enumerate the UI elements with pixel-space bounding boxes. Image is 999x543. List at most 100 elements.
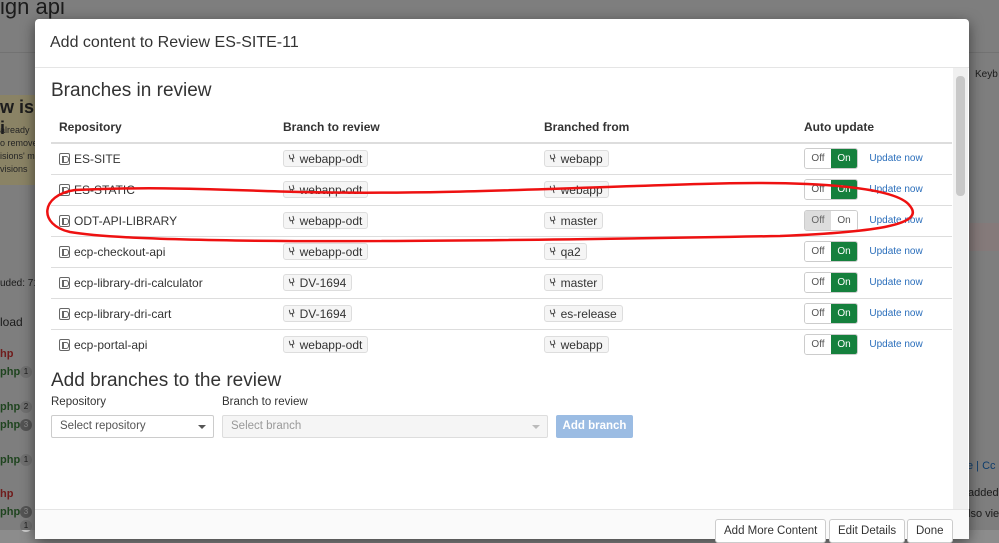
branch-icon: ⑂ (548, 244, 559, 259)
auto-update-toggle[interactable]: Off On (804, 303, 858, 324)
repository-cell: ecp-checkout-api (51, 235, 275, 267)
modal-scroll-area[interactable]: Branches in review Repository Branch to … (35, 68, 969, 509)
table-row: ecp-checkout-api ⑂ webapp-odt ⑂ qa2 Off … (51, 235, 952, 267)
repository-cell: ES-SITE (51, 142, 275, 174)
repository-cell: ecp-library-dri-cart (51, 297, 275, 329)
branch-icon: ⑂ (287, 213, 298, 228)
toggle-off-option[interactable]: Off (805, 180, 831, 199)
select-branch-dropdown[interactable]: Select branch (222, 415, 548, 438)
repository-icon (59, 307, 70, 320)
table-row: ecp-portal-api ⑂ webapp-odt ⑂ webapp Off… (51, 328, 952, 360)
toggle-on-option[interactable]: On (831, 273, 857, 292)
modal-scrollbar[interactable] (953, 68, 968, 509)
toggle-off-option[interactable]: Off (805, 304, 831, 323)
repository-cell: ecp-library-dri-calculator (51, 266, 275, 298)
auto-update-cell: Off On Update now (796, 328, 952, 360)
branch-tag: ⑂ webapp-odt (283, 336, 369, 354)
toggle-off-option[interactable]: Off (805, 149, 831, 169)
column-header-branch: Branch to review (275, 112, 536, 144)
branched-from-tag: ⑂ webapp (544, 150, 609, 168)
repository-name: ODT-API-LIBRARY (74, 213, 178, 228)
select-branch-value: Select branch (231, 420, 302, 432)
toggle-on-option[interactable]: On (831, 211, 857, 230)
branched-from-cell: ⑂ qa2 (536, 235, 796, 267)
update-now-link[interactable]: Update now (869, 277, 922, 288)
branch-icon: ⑂ (287, 275, 298, 290)
branch-name: webapp-odt (299, 337, 363, 352)
branch-cell: ⑂ webapp-odt (275, 142, 536, 174)
branched-from-name: es-release (560, 306, 617, 321)
auto-update-cell: Off On Update now (796, 142, 952, 174)
repository-icon (59, 214, 70, 227)
auto-update-toggle[interactable]: Off On (804, 148, 858, 170)
branch-tag: ⑂ webapp-odt (283, 150, 369, 168)
table-row: ecp-library-dri-calculator ⑂ DV-1694 ⑂ m… (51, 266, 952, 298)
update-now-link[interactable]: Update now (869, 246, 922, 257)
auto-update-toggle[interactable]: Off On (804, 241, 858, 262)
toggle-on-option[interactable]: On (831, 180, 857, 199)
edit-details-button[interactable]: Edit Details (829, 519, 906, 543)
branched-from-cell: ⑂ master (536, 204, 796, 236)
update-now-link[interactable]: Update now (869, 339, 922, 350)
scrollbar-thumb[interactable] (956, 76, 965, 196)
modal-title: Add content to Review ES-SITE-11 (50, 34, 299, 51)
add-branch-button[interactable]: Add branch (556, 415, 633, 438)
repository-cell: ecp-portal-api (51, 328, 275, 360)
repository-label: Repository (51, 396, 106, 408)
auto-update-cell: Off On Update now (796, 173, 952, 205)
branched-from-tag: ⑂ master (544, 212, 604, 229)
branch-icon: ⑂ (548, 182, 559, 197)
add-more-content-button[interactable]: Add More Content (715, 519, 827, 543)
branch-name: DV-1694 (299, 275, 347, 290)
toggle-off-option[interactable]: Off (805, 242, 831, 261)
repository-cell: ES-STATIC (51, 173, 275, 205)
modal-body: Branches in review Repository Branch to … (35, 68, 969, 509)
branched-from-name: webapp (560, 182, 603, 197)
update-now-link[interactable]: Update now (869, 153, 922, 164)
branch-cell: ⑂ webapp-odt (275, 328, 536, 360)
toggle-on-option[interactable]: On (831, 304, 857, 323)
update-now-link[interactable]: Update now (869, 308, 922, 319)
auto-update-toggle[interactable]: Off On (804, 179, 858, 200)
toggle-on-option[interactable]: On (831, 335, 857, 355)
branch-tag: ⑂ DV-1694 (283, 274, 353, 291)
toggle-off-option[interactable]: Off (805, 273, 831, 292)
branch-to-review-label: Branch to review (222, 396, 308, 408)
auto-update-cell: Off On Update now (796, 235, 952, 267)
branch-tag: ⑂ webapp-odt (283, 181, 369, 198)
branch-icon: ⑂ (548, 213, 559, 228)
toggle-on-option[interactable]: On (831, 242, 857, 261)
branched-from-name: webapp (560, 151, 603, 166)
auto-update-toggle[interactable]: Off On (804, 210, 858, 231)
branch-cell: ⑂ webapp-odt (275, 173, 536, 205)
repository-icon (59, 276, 70, 289)
select-repository-dropdown[interactable]: Select repository (51, 415, 214, 438)
branch-tag: ⑂ webapp-odt (283, 212, 369, 229)
branch-icon: ⑂ (287, 306, 298, 321)
branches-table: Repository Branch to review Branched fro… (51, 112, 952, 360)
auto-update-toggle[interactable]: Off On (804, 334, 858, 356)
table-row: ODT-API-LIBRARY ⑂ webapp-odt ⑂ master Of… (51, 204, 952, 236)
branched-from-cell: ⑂ master (536, 266, 796, 298)
table-header-row: Repository Branch to review Branched fro… (51, 112, 952, 144)
repository-name: ecp-checkout-api (74, 244, 166, 259)
done-button[interactable]: Done (907, 519, 953, 543)
repository-name: ecp-library-dri-calculator (74, 275, 203, 290)
repository-icon (59, 338, 70, 351)
branched-from-name: webapp (560, 337, 603, 352)
update-now-link[interactable]: Update now (869, 215, 922, 226)
repository-icon (59, 183, 70, 196)
chevron-down-icon (198, 425, 206, 429)
column-header-auto-update: Auto update (796, 112, 952, 144)
branched-from-tag: ⑂ master (544, 274, 604, 291)
branch-cell: ⑂ DV-1694 (275, 297, 536, 329)
branch-icon: ⑂ (548, 152, 559, 166)
branch-icon: ⑂ (287, 182, 298, 197)
toggle-on-option[interactable]: On (831, 149, 857, 169)
toggle-off-option[interactable]: Off (805, 335, 831, 355)
auto-update-toggle[interactable]: Off On (804, 272, 858, 293)
update-now-link[interactable]: Update now (869, 184, 922, 195)
add-content-modal: Add content to Review ES-SITE-11 Branche… (35, 19, 969, 543)
toggle-off-option[interactable]: Off (805, 211, 831, 230)
add-branches-heading: Add branches to the review (51, 370, 282, 391)
